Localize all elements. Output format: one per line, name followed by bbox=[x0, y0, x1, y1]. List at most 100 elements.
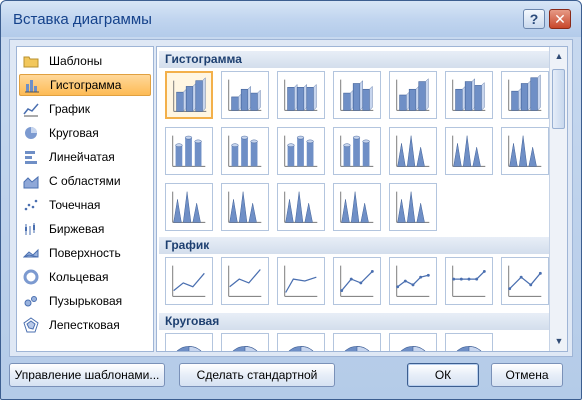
chart-subtype-thumb[interactable] bbox=[277, 183, 325, 231]
bubble-chart-icon bbox=[23, 293, 39, 309]
chart-subtype-thumb[interactable] bbox=[277, 71, 325, 119]
scroll-thumb[interactable] bbox=[552, 69, 565, 129]
category-item[interactable]: График bbox=[19, 98, 151, 120]
pie-chart-preview-icon bbox=[176, 346, 202, 351]
category-item[interactable]: Круговая bbox=[19, 122, 151, 144]
chart-subtype-thumb[interactable] bbox=[389, 257, 437, 305]
section-header: Круговая bbox=[159, 313, 549, 330]
cone-chart-preview-icon bbox=[396, 191, 430, 223]
chart-subtype-thumb[interactable] bbox=[333, 257, 381, 305]
chart-subtype-thumb[interactable] bbox=[501, 127, 549, 175]
chart-subtype-thumb[interactable] bbox=[333, 333, 381, 351]
column-chart-icon bbox=[24, 77, 40, 93]
scroll-up-icon[interactable]: ▲ bbox=[551, 48, 567, 64]
category-item[interactable]: С областями bbox=[19, 170, 151, 192]
chart-subtype-thumb[interactable] bbox=[221, 183, 269, 231]
chart-subtype-thumb[interactable] bbox=[333, 127, 381, 175]
line-chart-preview-icon bbox=[396, 265, 430, 297]
col-chart-preview-icon bbox=[284, 79, 318, 111]
title-bar[interactable]: Вставка диаграммы ? ✕ bbox=[1, 1, 581, 37]
chart-subtype-thumb[interactable] bbox=[445, 71, 493, 119]
cone-chart-preview-icon bbox=[452, 135, 486, 167]
category-label: Биржевая bbox=[49, 222, 105, 236]
chart-subtype-thumb[interactable] bbox=[165, 127, 213, 175]
chart-subtype-thumb[interactable] bbox=[221, 127, 269, 175]
pie-chart-preview-icon bbox=[400, 346, 426, 351]
ok-button[interactable]: ОК bbox=[407, 363, 479, 387]
section-header: График bbox=[159, 237, 549, 254]
category-item[interactable]: Биржевая bbox=[19, 218, 151, 240]
category-item[interactable]: Лепестковая bbox=[19, 314, 151, 336]
category-item[interactable]: Кольцевая bbox=[19, 266, 151, 288]
help-icon: ? bbox=[529, 11, 539, 27]
chart-subtype-thumb[interactable] bbox=[165, 183, 213, 231]
chart-category-list: Шаблоны Гистограмма График Круговая Линейчат… bbox=[16, 46, 154, 352]
scroll-down-icon[interactable]: ▼ bbox=[551, 333, 567, 349]
chart-subtype-thumb[interactable] bbox=[445, 257, 493, 305]
category-item[interactable]: Пузырьковая bbox=[19, 290, 151, 312]
pie-chart-preview-icon bbox=[288, 346, 314, 351]
cyl-chart-preview-icon bbox=[172, 135, 206, 167]
help-button[interactable]: ? bbox=[523, 9, 545, 29]
chart-subtype-thumb[interactable] bbox=[389, 71, 437, 119]
chart-subtype-thumb[interactable] bbox=[277, 333, 325, 351]
category-item[interactable]: Линейчатая bbox=[19, 146, 151, 168]
stock-chart-icon bbox=[23, 221, 39, 237]
col-chart-preview-icon bbox=[396, 78, 430, 111]
chart-subtype-thumb[interactable] bbox=[221, 71, 269, 119]
category-label: С областями bbox=[49, 174, 121, 188]
chart-subtype-thumb[interactable] bbox=[501, 71, 549, 119]
set-default-button[interactable]: Сделать стандартной bbox=[179, 363, 335, 387]
dialog-body: Шаблоны Гистограмма График Круговая Линейчат… bbox=[9, 39, 573, 357]
cancel-button[interactable]: Отмена bbox=[491, 363, 563, 387]
chart-subtype-thumb[interactable] bbox=[165, 257, 213, 305]
category-item[interactable]: Гистограмма bbox=[19, 74, 151, 96]
chart-subtype-thumb[interactable] bbox=[333, 71, 381, 119]
chart-subtype-thumb[interactable] bbox=[277, 257, 325, 305]
col-chart-preview-icon bbox=[173, 77, 207, 112]
close-icon: ✕ bbox=[554, 10, 566, 27]
cyl-chart-preview-icon bbox=[340, 135, 374, 167]
gallery-scrollbar[interactable]: ▲ ▼ bbox=[549, 47, 567, 351]
folder-icon bbox=[23, 53, 39, 69]
pie-chart-icon bbox=[23, 125, 39, 141]
line-chart-preview-icon bbox=[508, 265, 542, 297]
chart-subtype-thumb[interactable] bbox=[501, 257, 549, 305]
manage-templates-button[interactable]: Управление шаблонами... bbox=[9, 363, 165, 387]
chart-subtype-thumb[interactable] bbox=[389, 333, 437, 351]
category-item[interactable]: Шаблоны bbox=[19, 50, 151, 72]
category-label: Гистограмма bbox=[50, 78, 122, 92]
category-label: Линейчатая bbox=[49, 150, 115, 164]
chart-subtype-thumb[interactable] bbox=[277, 127, 325, 175]
category-label: Кольцевая bbox=[49, 270, 109, 284]
pie-chart-preview-icon bbox=[232, 346, 258, 351]
chart-subtype-thumb[interactable] bbox=[445, 333, 493, 351]
bar-chart-icon bbox=[23, 149, 39, 165]
chart-subtype-thumb[interactable] bbox=[221, 257, 269, 305]
line-chart-preview-icon bbox=[284, 265, 318, 297]
col-chart-preview-icon bbox=[340, 79, 374, 111]
pie-chart-preview-icon bbox=[456, 346, 482, 351]
category-item[interactable]: Точечная bbox=[19, 194, 151, 216]
category-label: Пузырьковая bbox=[49, 294, 123, 308]
chart-subtype-thumb[interactable] bbox=[165, 333, 213, 351]
chart-subtype-gallery: ▲ ▼ Гистограмма График Круговая bbox=[156, 46, 568, 352]
category-label: Точечная bbox=[49, 198, 101, 212]
close-button[interactable]: ✕ bbox=[549, 9, 571, 29]
radar-chart-icon bbox=[23, 317, 39, 333]
chart-subtype-thumb[interactable] bbox=[333, 183, 381, 231]
insert-chart-dialog: Вставка диаграммы ? ✕ Шаблоны Гистограмма… bbox=[0, 0, 582, 400]
section-header: Гистограмма bbox=[159, 51, 549, 68]
chart-subtype-thumb[interactable] bbox=[445, 127, 493, 175]
cyl-chart-preview-icon bbox=[284, 135, 318, 167]
cone-chart-preview-icon bbox=[396, 135, 430, 167]
chart-subtype-thumb[interactable] bbox=[165, 71, 213, 119]
category-label: Поверхность bbox=[49, 246, 121, 260]
cone-chart-preview-icon bbox=[172, 191, 206, 223]
category-item[interactable]: Поверхность bbox=[19, 242, 151, 264]
cone-chart-preview-icon bbox=[508, 135, 542, 167]
chart-subtype-thumb[interactable] bbox=[221, 333, 269, 351]
chart-subtype-thumb[interactable] bbox=[389, 183, 437, 231]
line-chart-preview-icon bbox=[172, 265, 206, 297]
chart-subtype-thumb[interactable] bbox=[389, 127, 437, 175]
